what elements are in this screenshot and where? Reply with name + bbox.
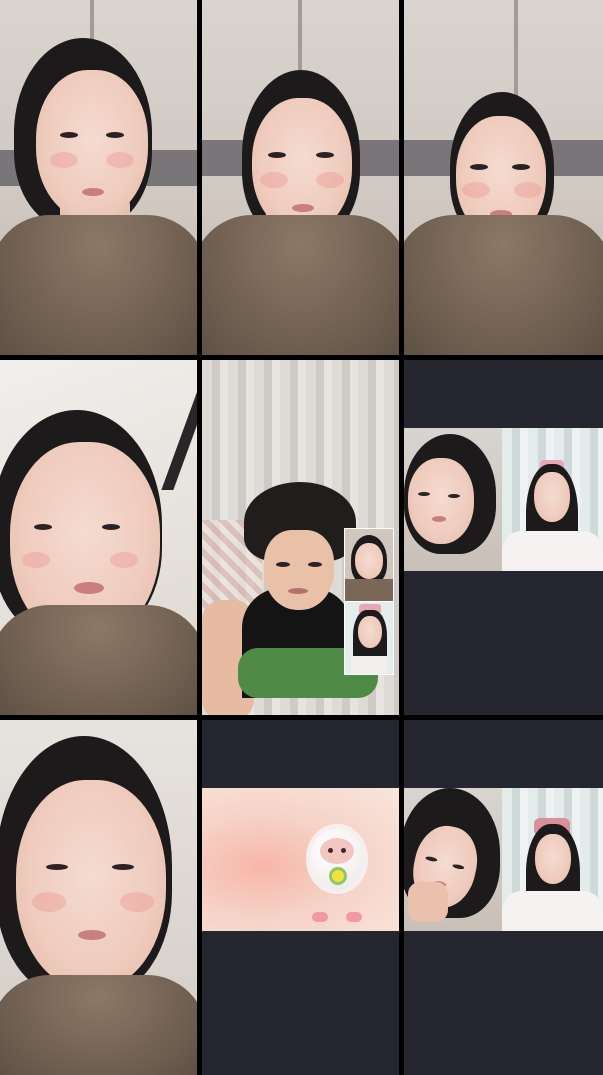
eye [341, 848, 346, 853]
cheek [32, 892, 66, 912]
sheep-foot [346, 912, 362, 922]
sheep-face [320, 838, 354, 864]
eye [112, 864, 134, 870]
participant-video-8[interactable] [202, 720, 399, 1075]
eye [34, 524, 52, 530]
mouth [74, 582, 104, 594]
face [355, 543, 383, 579]
eye [418, 492, 430, 496]
participant-video-2[interactable] [202, 0, 399, 355]
eye [276, 562, 290, 567]
participant-video-5[interactable] [202, 360, 399, 715]
pip-video-top[interactable] [344, 528, 394, 602]
eye [268, 152, 286, 158]
cheek [106, 152, 134, 168]
split-pane-left [404, 788, 502, 931]
top [502, 891, 603, 931]
participant-video-3[interactable] [404, 0, 603, 355]
eye [328, 848, 333, 853]
participant-video-1[interactable] [0, 0, 197, 355]
sweater [345, 579, 393, 601]
face [534, 472, 570, 522]
eye [308, 562, 322, 567]
mouth [78, 930, 106, 940]
eye [106, 132, 124, 138]
participant-video-9[interactable] [404, 720, 603, 1075]
face [408, 458, 474, 544]
eye [452, 863, 465, 870]
eye [448, 494, 460, 498]
eye [316, 152, 334, 158]
video-call-grid [0, 0, 603, 1075]
split-pane-right [502, 788, 603, 931]
eye [46, 864, 68, 870]
sweater [0, 975, 197, 1075]
mouth [288, 588, 308, 594]
sweater [202, 215, 399, 355]
top [351, 656, 387, 674]
sweater [404, 215, 603, 355]
cheek [110, 552, 138, 568]
split-video [404, 428, 603, 571]
cheek [50, 152, 78, 168]
participant-video-6[interactable] [404, 360, 603, 715]
sheep-avatar-icon [306, 824, 368, 894]
participant-video-7[interactable] [0, 720, 197, 1075]
cheek [316, 172, 344, 188]
sheep-foot [312, 912, 328, 922]
split-pane-left [404, 428, 502, 571]
face [264, 530, 334, 610]
face [358, 616, 382, 648]
sweater [0, 215, 197, 355]
eye [102, 524, 120, 530]
face [16, 780, 166, 990]
cheek [260, 172, 288, 188]
eye [425, 855, 438, 863]
eye [512, 164, 530, 170]
avatar-stage [202, 788, 399, 931]
cheek [22, 552, 50, 568]
split-pane-right [502, 428, 603, 571]
mouth [432, 516, 446, 522]
sweater [0, 605, 197, 715]
top [502, 531, 603, 571]
face [535, 834, 571, 884]
split-video [404, 788, 603, 931]
face [252, 98, 352, 233]
hand [408, 882, 448, 922]
eye [470, 164, 488, 170]
cheek [514, 182, 542, 198]
participant-video-4[interactable] [0, 360, 197, 715]
flower-icon [332, 870, 344, 882]
mouth [292, 204, 314, 212]
mouth [82, 188, 104, 196]
eye [60, 132, 78, 138]
cheek [462, 182, 490, 198]
cheek [120, 892, 154, 912]
pip-video-bottom[interactable] [344, 601, 394, 675]
face [36, 70, 148, 220]
